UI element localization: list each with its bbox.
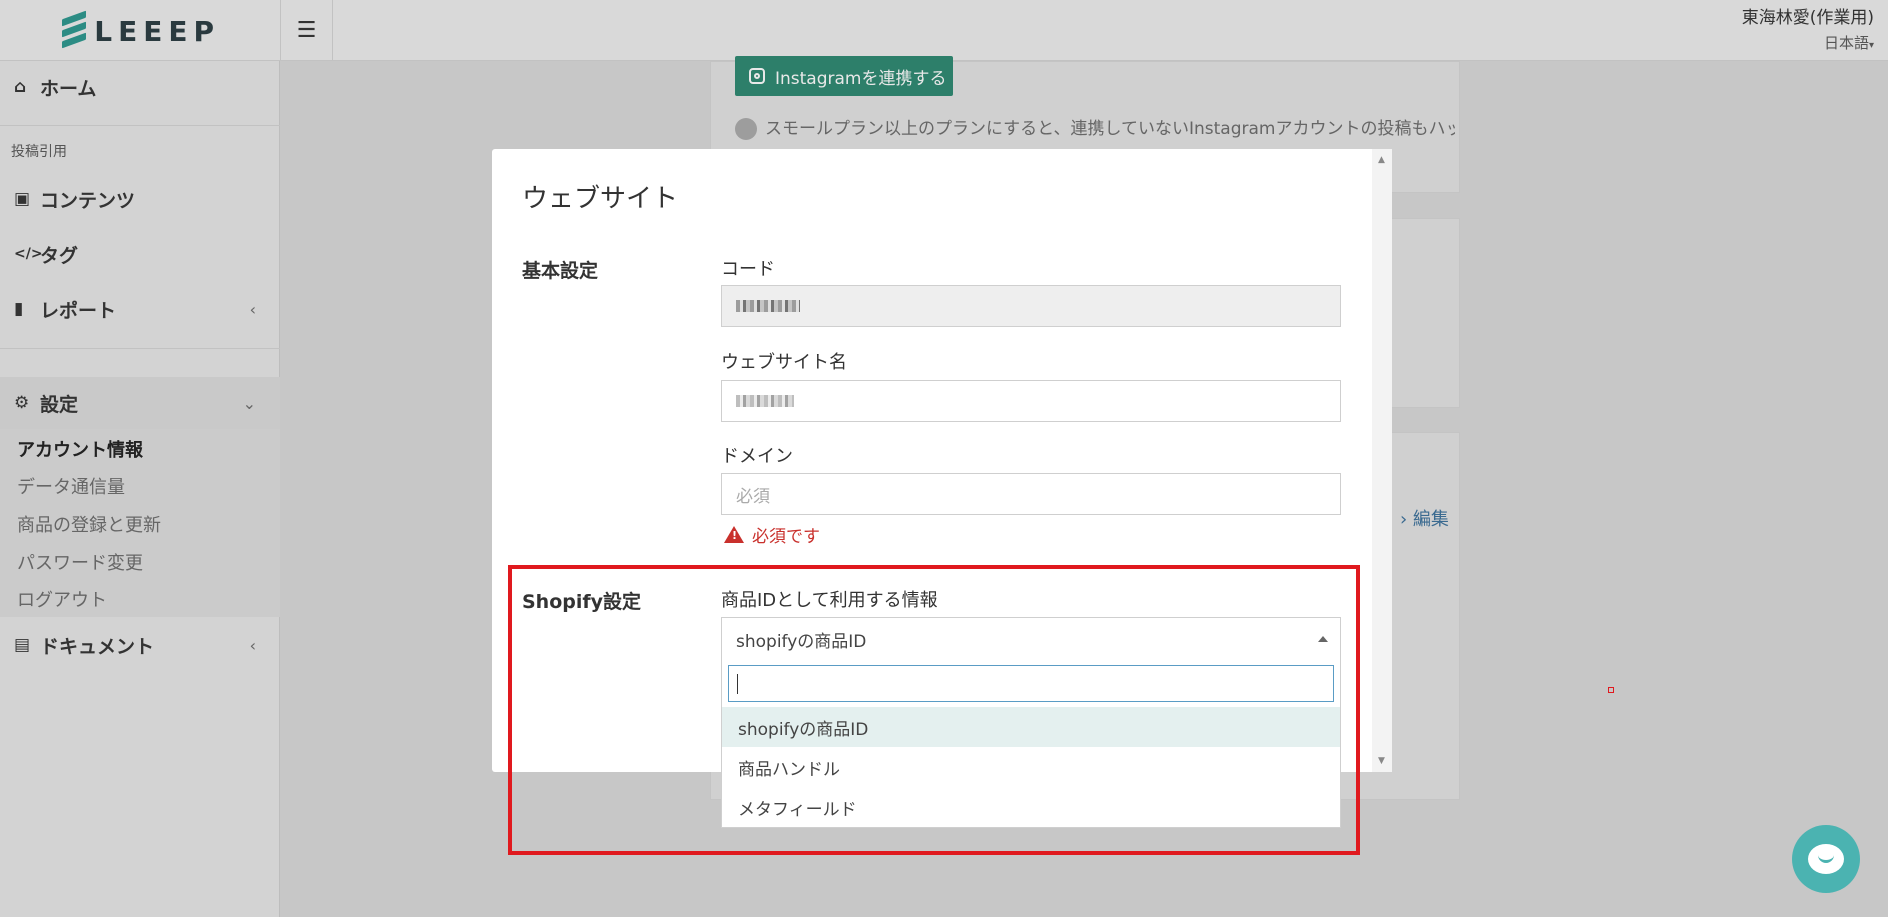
sidebar-item-label: タグ [40, 244, 79, 267]
sidebar-item-label: 設定 [40, 393, 79, 416]
redacted-value [736, 300, 800, 312]
sidebar-item-tags[interactable]: </> タグ [0, 228, 280, 280]
sidebar-item-report[interactable]: ▮ レポート ‹ [0, 283, 280, 335]
gear-icon: ⚙ [14, 393, 30, 413]
sidebar-item-documents[interactable]: ▤ ドキュメント ‹ [0, 619, 280, 671]
sidebar-subitem-products[interactable]: 商品の登録と更新 [17, 511, 161, 537]
product-id-label: 商品IDとして利用する情報 [721, 590, 938, 611]
product-id-dropdown: shopifyの商品ID 商品ハンドル メタフィールド [721, 660, 1341, 828]
bar-chart-icon: ▮ [14, 299, 24, 319]
sidebar-item-label: ドキュメント [40, 635, 155, 658]
domain-error: ! 必須です [724, 522, 820, 547]
chevron-down-icon: ⌄ [242, 393, 256, 413]
code-field [721, 285, 1341, 327]
home-icon: ⌂ [14, 77, 27, 97]
text-cursor [737, 674, 738, 694]
domain-error-text: 必須です [752, 527, 820, 547]
language-select[interactable]: 日本語▾ [1824, 32, 1874, 53]
highlight-dot [1608, 687, 1614, 693]
edit-link[interactable]: › 編集 [1400, 505, 1449, 531]
modal-scrollbar[interactable]: ▲ ▼ [1372, 149, 1392, 772]
sidebar-item-label: レポート [40, 299, 117, 322]
chat-button[interactable] [1792, 825, 1860, 893]
edit-link-label: 編集 [1412, 509, 1449, 530]
lightbulb-icon [735, 118, 757, 140]
logo-text: LEEEP [94, 14, 220, 48]
section-label-quote: 投稿引用 [11, 144, 67, 160]
sidebar-item-contents[interactable]: ▣ コンテンツ [0, 173, 280, 225]
site-name-field[interactable] [721, 380, 1341, 422]
domain-field[interactable]: 必須 [721, 473, 1341, 515]
code-label: コード [721, 259, 775, 280]
redacted-value [736, 395, 794, 407]
document-icon: ▤ [14, 635, 31, 655]
divider [0, 125, 280, 126]
instagram-icon [749, 68, 765, 84]
domain-placeholder: 必須 [736, 486, 770, 507]
divider [0, 348, 280, 349]
sidebar-subitem-logout[interactable]: ログアウト [17, 586, 107, 612]
product-id-selected: shopifyの商品ID [736, 631, 867, 652]
scroll-down-icon[interactable]: ▼ [1378, 756, 1385, 766]
sidebar: ⌂ ホーム 投稿引用 ▣ コンテンツ </> タグ ▮ レポート ‹ ⚙ 設定 … [0, 61, 280, 917]
basic-settings-heading: 基本設定 [522, 260, 599, 282]
sidebar-item-settings[interactable]: ⚙ 設定 ⌄ [0, 377, 280, 429]
logo[interactable]: LEEEP [60, 10, 220, 50]
instagram-connect-button[interactable]: Instagramを連携する [735, 56, 953, 96]
chevron-left-icon: ‹ [249, 299, 256, 319]
warning-icon: ! [724, 526, 744, 543]
sidebar-item-home[interactable]: ⌂ ホーム [0, 61, 280, 113]
shopify-settings-heading: Shopify設定 [522, 591, 642, 613]
code-icon: </> [14, 246, 43, 262]
sidebar-item-label: ホーム [40, 77, 97, 100]
user-menu[interactable]: 東海林愛(作業用) [1742, 3, 1874, 28]
scroll-up-icon[interactable]: ▲ [1378, 155, 1385, 165]
dropdown-option[interactable]: メタフィールド [722, 787, 1340, 827]
sidebar-subitem-password[interactable]: パスワード変更 [17, 549, 143, 575]
sidebar-subitem-account[interactable]: アカウント情報 [17, 436, 143, 462]
language-label: 日本語 [1823, 34, 1869, 52]
domain-label: ドメイン [721, 446, 793, 467]
dropdown-option[interactable]: 商品ハンドル [722, 747, 1340, 787]
sidebar-item-label: コンテンツ [40, 189, 136, 212]
chevron-left-icon: ‹ [249, 635, 256, 655]
product-id-select[interactable]: shopifyの商品ID [721, 617, 1341, 661]
top-bar: LEEEP ☰ 東海林愛(作業用) 日本語▾ [0, 0, 1888, 61]
chevron-down-icon: ▾ [1868, 40, 1874, 51]
site-name-label: ウェブサイト名 [721, 352, 847, 373]
caret-up-icon [1318, 636, 1328, 642]
chat-icon [1808, 844, 1844, 874]
sidebar-subitem-data-usage[interactable]: データ通信量 [17, 473, 125, 499]
dropdown-option[interactable]: shopifyの商品ID [722, 707, 1340, 747]
logo-mark-icon [60, 10, 86, 49]
hamburger-icon[interactable]: ☰ [280, 0, 333, 60]
plan-hint: スモールプラン以上のプランにすると、連携していないInstagramアカウントの… [735, 114, 1455, 140]
dropdown-search-input[interactable] [728, 665, 1334, 702]
plan-hint-text: スモールプラン以上のプランにすると、連携していないInstagramアカウントの… [765, 119, 1455, 139]
instagram-connect-label: Instagramを連携する [775, 68, 947, 89]
image-icon: ▣ [14, 189, 31, 209]
modal-title: ウェブサイト [522, 184, 679, 214]
